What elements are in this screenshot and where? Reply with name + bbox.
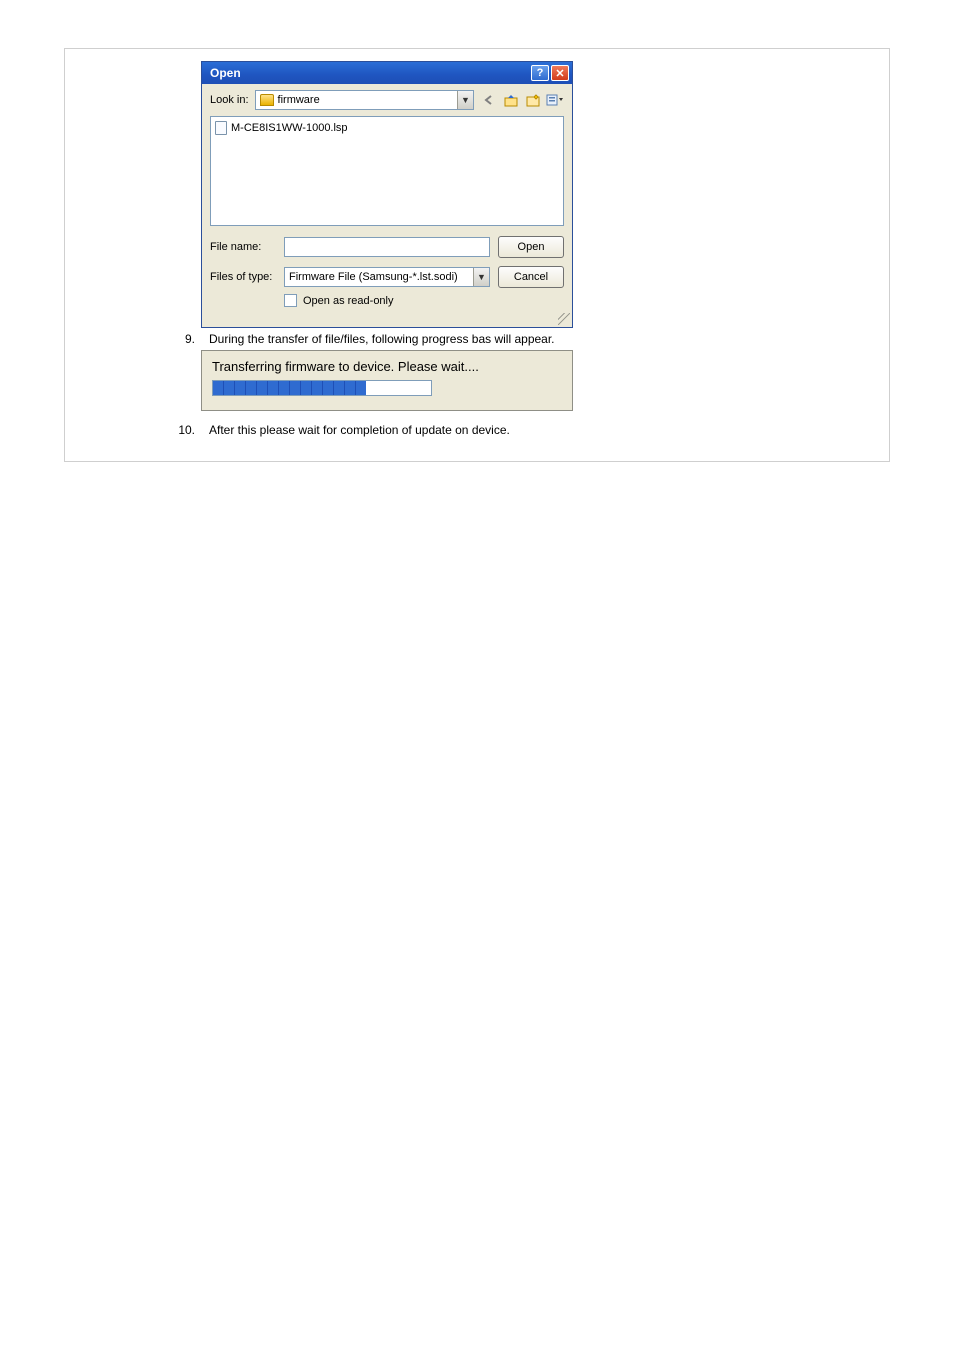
- chevron-down-icon[interactable]: ▼: [473, 268, 489, 286]
- lookin-combo[interactable]: firmware ▼: [255, 90, 474, 110]
- step-10: 10. After this please wait for completio…: [177, 423, 871, 437]
- progress-fill: [213, 381, 366, 395]
- chevron-down-icon[interactable]: ▼: [457, 91, 473, 109]
- progress-dialog: Transferring firmware to device. Please …: [201, 350, 573, 411]
- file-item-label: M-CE8IS1WW-1000.lsp: [231, 122, 348, 134]
- cancel-button[interactable]: Cancel: [498, 266, 564, 288]
- back-icon[interactable]: [480, 91, 498, 109]
- step-number: 9.: [177, 332, 195, 346]
- filetype-combo[interactable]: Firmware File (Samsung-*.lst.sodi) ▼: [284, 267, 490, 287]
- lookin-label: Look in:: [210, 94, 249, 106]
- folder-icon: [260, 94, 274, 106]
- file-icon: [215, 121, 227, 135]
- filetype-label: Files of type:: [210, 271, 276, 283]
- step-text: During the transfer of file/files, follo…: [209, 332, 871, 346]
- new-folder-icon[interactable]: [524, 91, 542, 109]
- open-button[interactable]: Open: [498, 236, 564, 258]
- lookin-row: Look in: firmware ▼: [202, 84, 572, 116]
- file-item[interactable]: M-CE8IS1WW-1000.lsp: [215, 121, 559, 135]
- file-list[interactable]: M-CE8IS1WW-1000.lsp: [210, 116, 564, 226]
- readonly-checkbox[interactable]: [284, 294, 297, 307]
- readonly-label: Open as read-only: [303, 295, 394, 307]
- progress-bar: [212, 380, 432, 396]
- progress-text: Transferring firmware to device. Please …: [212, 359, 562, 374]
- dialog-title: Open: [210, 66, 531, 80]
- filename-input[interactable]: [284, 237, 490, 257]
- help-button[interactable]: ?: [531, 65, 549, 81]
- up-one-level-icon[interactable]: [502, 91, 520, 109]
- open-file-dialog: Open ? ✕ Look in: firmware ▼: [201, 61, 573, 328]
- dialog-titlebar: Open ? ✕: [202, 62, 572, 84]
- filename-label: File name:: [210, 241, 276, 253]
- step-number: 10.: [177, 423, 195, 437]
- lookin-value: firmware: [278, 94, 457, 106]
- filetype-value: Firmware File (Samsung-*.lst.sodi): [285, 271, 473, 283]
- view-menu-icon[interactable]: [546, 91, 564, 109]
- close-button[interactable]: ✕: [551, 65, 569, 81]
- step-9: 9. During the transfer of file/files, fo…: [177, 332, 871, 346]
- resize-grip-icon[interactable]: [558, 313, 570, 325]
- step-text: After this please wait for completion of…: [209, 423, 871, 437]
